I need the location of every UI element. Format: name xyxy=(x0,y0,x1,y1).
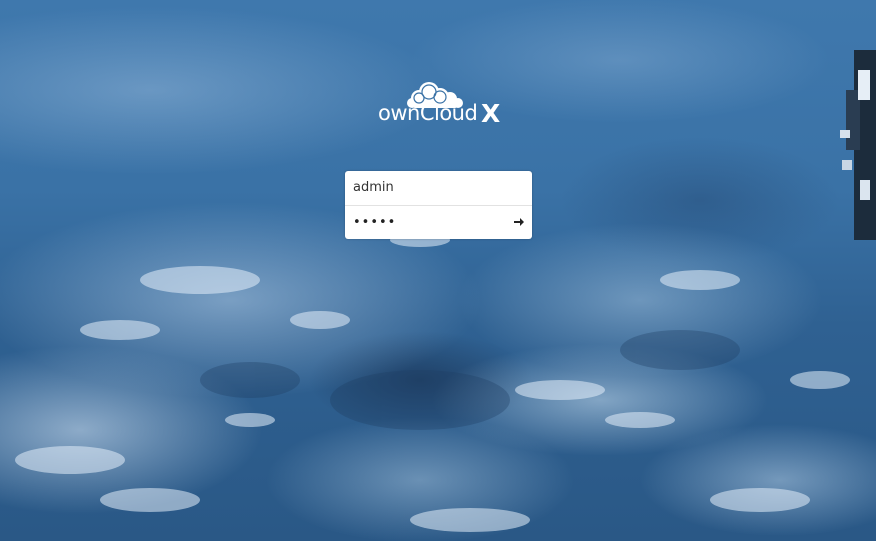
username-input[interactable] xyxy=(345,171,532,204)
arrow-right-icon xyxy=(514,218,524,226)
login-submit-button[interactable] xyxy=(512,215,526,229)
satellite-silhouette xyxy=(840,50,876,240)
brand-name: ownCloud xyxy=(378,101,478,125)
password-input[interactable]: ••••• xyxy=(345,206,532,239)
brand-suffix: X xyxy=(481,99,501,128)
login-form: ••••• xyxy=(345,171,532,239)
